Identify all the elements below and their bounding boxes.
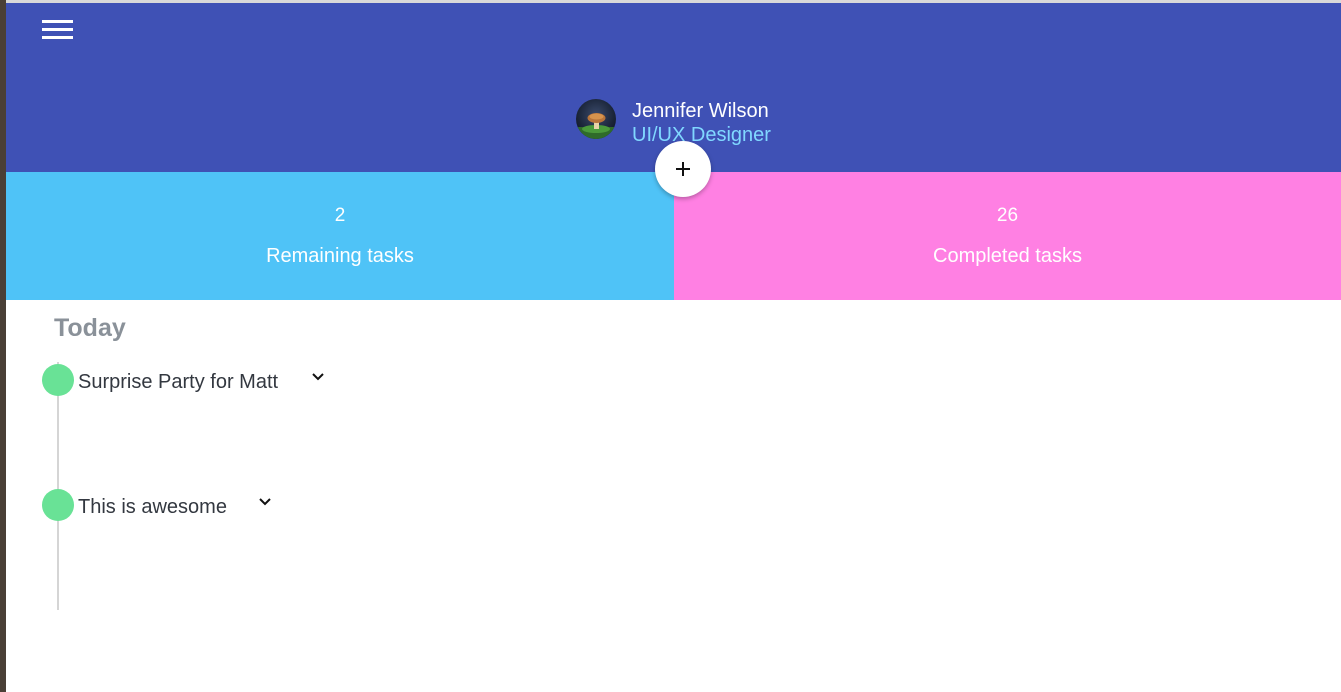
user-role: UI/UX Designer [632,124,771,146]
task-title: Surprise Party for Matt [78,371,279,393]
task-status-dot [42,489,74,521]
task-status-dot [42,364,74,396]
hamburger-menu-icon[interactable] [42,20,74,44]
remaining-tasks-panel[interactable]: 2 Remaining tasks [6,172,674,300]
remaining-tasks-label: Remaining tasks [266,245,414,267]
chevron-down-icon[interactable] [258,495,272,509]
avatar[interactable] [576,99,616,139]
section-title-today: Today [54,314,126,342]
remaining-tasks-count: 2 [334,205,346,226]
chevron-down-icon[interactable] [311,370,325,384]
user-name: Jennifer Wilson [632,100,769,122]
plus-icon [676,162,690,176]
add-task-button[interactable] [655,141,711,197]
completed-tasks-panel[interactable]: 26 Completed tasks [674,172,1341,300]
timeline-line [57,362,59,610]
task-title: This is awesome [78,496,227,518]
app-root: Jennifer Wilson UI/UX Designer 2 Remaini… [6,0,1341,692]
completed-tasks-label: Completed tasks [933,245,1082,267]
completed-tasks-count: 26 [996,205,1019,226]
